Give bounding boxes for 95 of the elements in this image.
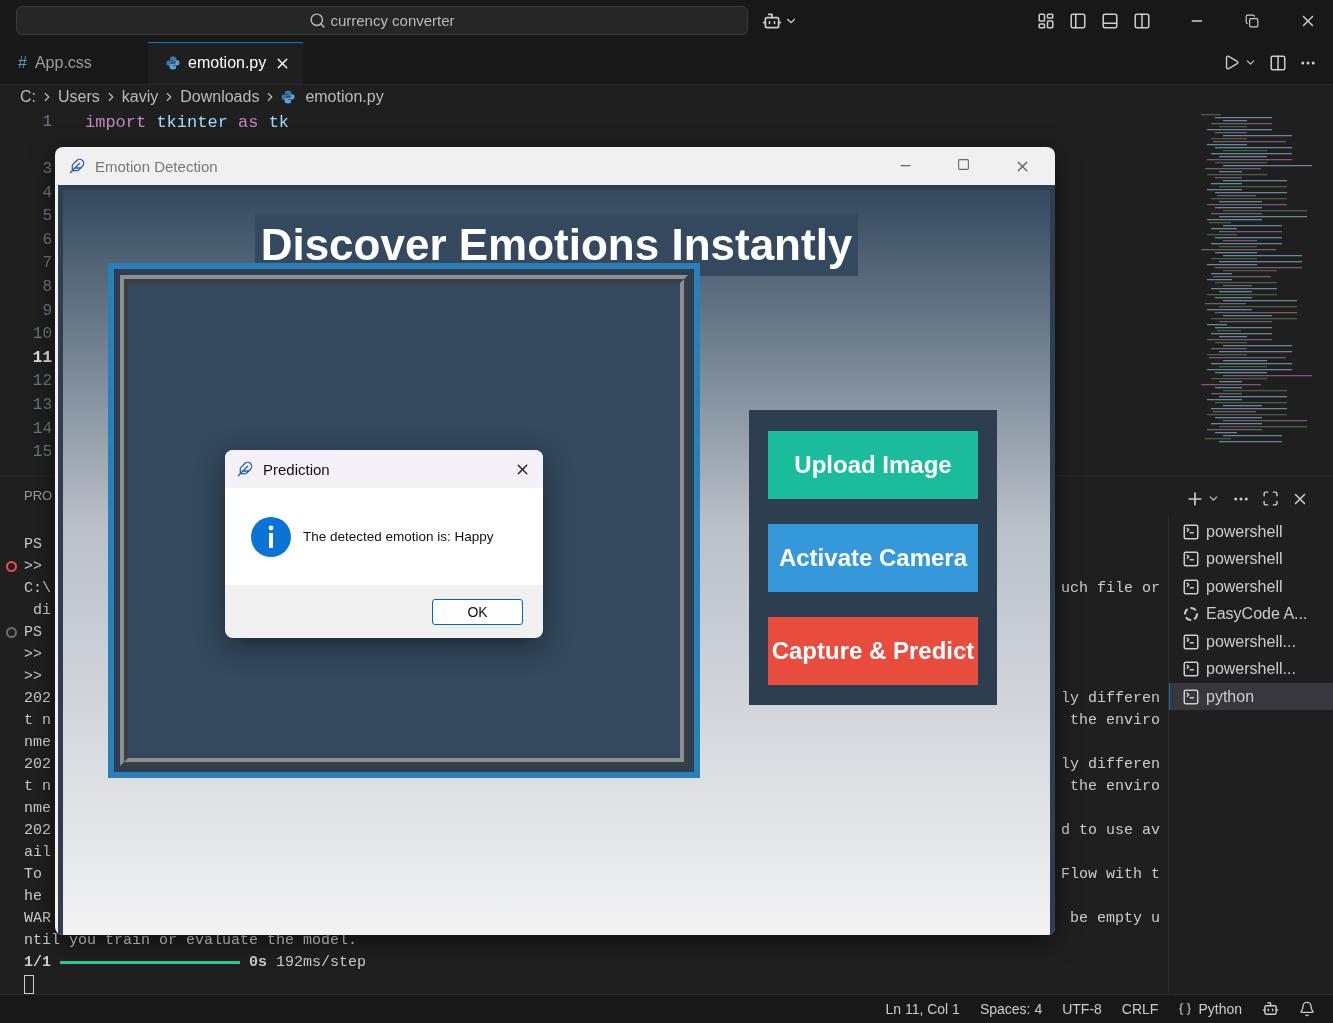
terminal-list-item[interactable]: powershell xyxy=(1169,572,1333,601)
terminal-text: To xyxy=(24,864,42,885)
terminal-text: PS xyxy=(24,622,42,643)
terminal-text: t n xyxy=(24,776,51,797)
action-button[interactable]: Capture & Predict xyxy=(768,616,978,685)
terminal-text: d to use av xyxy=(1060,820,1160,841)
line-number: 4 xyxy=(42,183,52,204)
progress-step: 1/1 xyxy=(24,954,51,972)
terminal-text: C:\ xyxy=(24,578,51,599)
terminal-list-item[interactable]: EasyCode A... xyxy=(1169,600,1333,628)
code-line: import tkinter as tk xyxy=(84,111,291,134)
terminal-list-item[interactable]: powershell xyxy=(1169,545,1333,573)
run-icon[interactable] xyxy=(1223,54,1240,72)
braces-icon xyxy=(1178,1001,1193,1016)
line-number: 12 xyxy=(32,372,52,393)
terminal-text: be empty u xyxy=(1070,908,1160,929)
restore-icon[interactable] xyxy=(1245,13,1259,28)
feather-icon xyxy=(69,158,85,174)
panel-tab[interactable]: PRO xyxy=(24,487,53,534)
terminal-text: Flow with t xyxy=(1060,864,1160,885)
breadcrumb[interactable]: C: xyxy=(20,88,36,107)
line-number: 7 xyxy=(42,254,52,275)
search-field[interactable]: currency converter xyxy=(16,6,748,36)
terminal-text: ly differen xyxy=(1060,688,1160,709)
line-number: 11 xyxy=(32,348,52,369)
copilot-icon[interactable] xyxy=(1262,1000,1279,1018)
terminal-text: 202 xyxy=(24,820,51,841)
ok-button[interactable]: OK xyxy=(432,598,523,625)
maximize-icon[interactable] xyxy=(1262,490,1279,508)
line-number: 14 xyxy=(32,419,52,440)
dialog-message: The detected emotion is: Happy xyxy=(303,529,494,544)
terminal-text: nme xyxy=(24,732,51,753)
python-icon xyxy=(166,56,180,71)
breadcrumb[interactable]: kaviy xyxy=(121,88,159,107)
terminal-text: uch file or xyxy=(1060,578,1160,599)
info-icon xyxy=(251,516,291,557)
line-number: 6 xyxy=(42,230,52,251)
layout-icon[interactable] xyxy=(1037,11,1055,30)
terminal-list-item[interactable]: powershell xyxy=(1169,517,1333,546)
feather-icon xyxy=(237,461,253,477)
terminal-text: t n xyxy=(24,710,51,731)
terminal-text: WAR xyxy=(24,908,51,929)
terminal-text: 202 xyxy=(24,688,51,709)
breadcrumb[interactable]: emotion.py xyxy=(305,88,384,107)
breadcrumb[interactable]: Downloads xyxy=(180,88,260,107)
status-item[interactable]: Ln 11, Col 1 xyxy=(885,1000,960,1017)
window-title: Emotion Detection xyxy=(95,157,218,175)
terminal-text: >> xyxy=(24,644,42,665)
panel-toggle-icon[interactable] xyxy=(1101,11,1119,30)
terminal-text: ail xyxy=(24,842,51,863)
terminal-icon xyxy=(1182,577,1200,596)
ring-icon xyxy=(1182,605,1200,624)
status-item[interactable]: Spaces: 4 xyxy=(979,1000,1043,1017)
terminal-text: the enviro xyxy=(1070,710,1160,731)
split-layout-icon[interactable] xyxy=(1133,11,1151,30)
terminal-cursor xyxy=(24,974,34,994)
status-item[interactable]: UTF-8 xyxy=(1062,1000,1102,1017)
terminal-text: 202 xyxy=(24,754,51,775)
terminal-list-item[interactable]: powershell... xyxy=(1169,627,1333,656)
line-number: 5 xyxy=(42,207,52,228)
terminal-icon xyxy=(1182,660,1200,679)
progress-time: 0s 192ms/step xyxy=(249,954,367,972)
terminal-text: >> xyxy=(24,666,42,687)
breadcrumb[interactable]: Users xyxy=(58,88,100,107)
terminal-text: PS xyxy=(24,534,42,555)
line-number: 1 xyxy=(42,112,52,133)
search-icon xyxy=(309,12,327,30)
line-number: 8 xyxy=(42,278,52,298)
terminal-icon xyxy=(1182,522,1200,541)
bell-icon[interactable] xyxy=(1299,1000,1315,1017)
terminal-list-item[interactable]: powershell... xyxy=(1169,655,1333,683)
split-editor-icon[interactable] xyxy=(1269,53,1287,72)
dialog-title: Prediction xyxy=(263,460,330,478)
terminal-text: di xyxy=(32,600,51,621)
terminal-text: he xyxy=(24,886,42,907)
line-number: 15 xyxy=(32,443,52,464)
terminal-list-item[interactable]: python xyxy=(1169,682,1333,711)
line-number: 10 xyxy=(32,325,52,346)
line-number: 13 xyxy=(32,395,52,416)
hash-icon: # xyxy=(18,54,27,73)
sidebar-toggle-icon[interactable] xyxy=(1069,11,1087,30)
terminal-text: ly differen xyxy=(1060,754,1160,775)
terminal-text: nme xyxy=(24,798,51,819)
python-icon xyxy=(281,90,296,105)
editor-tab[interactable]: emotion.py xyxy=(148,41,304,84)
status-item[interactable]: CRLF xyxy=(1121,1000,1159,1017)
line-number: 9 xyxy=(42,301,52,322)
terminal-icon xyxy=(1182,687,1200,706)
line-number: 3 xyxy=(42,160,52,180)
status-item[interactable]: Python xyxy=(1178,1000,1242,1017)
terminal-icon xyxy=(1182,632,1200,651)
terminal-text: the enviro xyxy=(1070,776,1160,797)
terminal-text: >> xyxy=(24,556,42,577)
terminal-icon xyxy=(1182,550,1200,569)
maximize-icon[interactable] xyxy=(957,157,970,171)
